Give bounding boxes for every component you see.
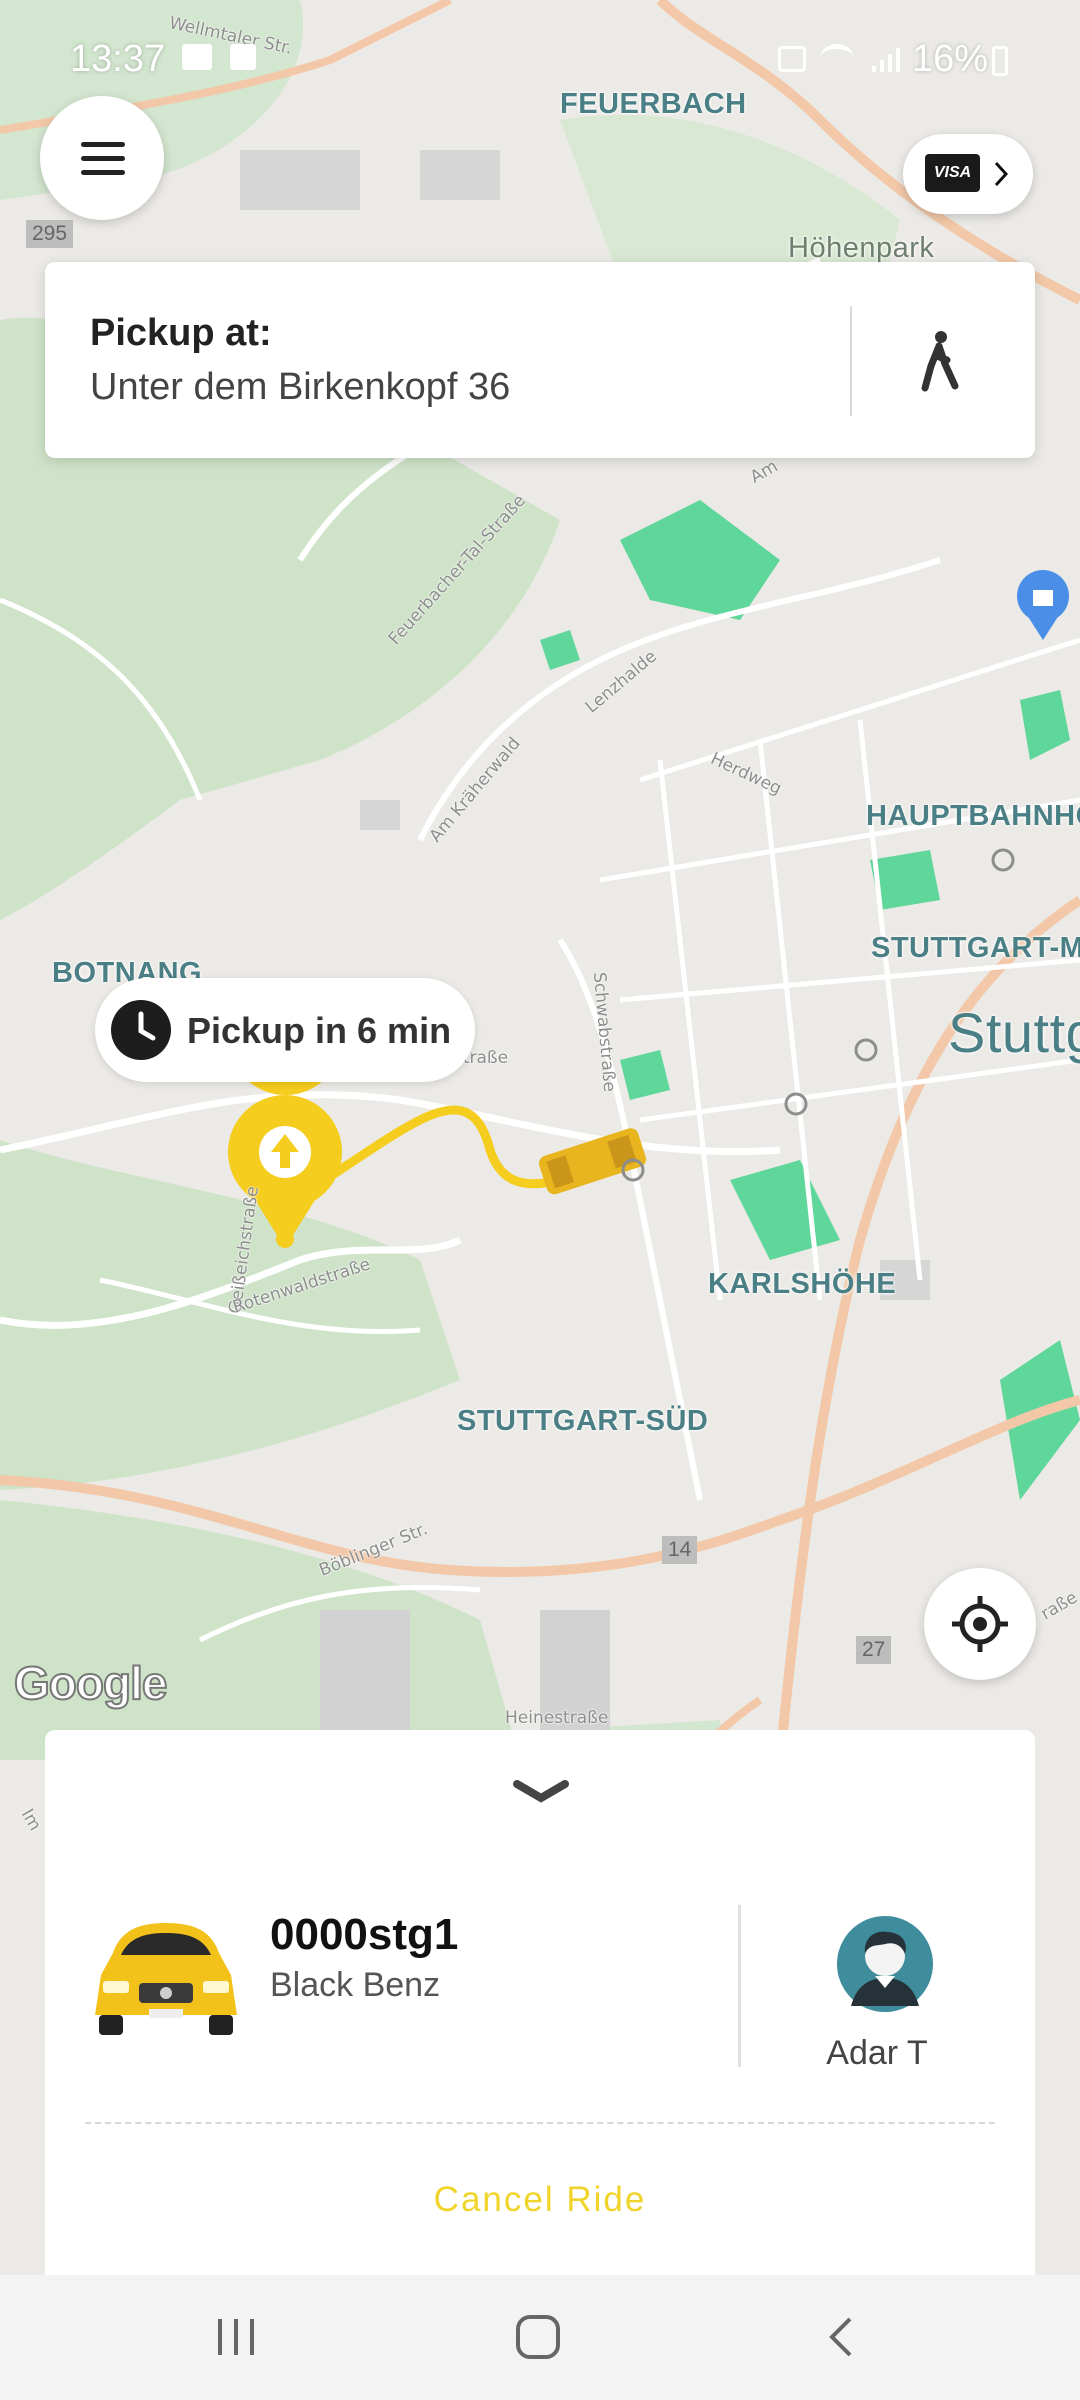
divider xyxy=(738,1905,741,2067)
street-label: Heinestraße xyxy=(505,1708,609,1728)
google-attribution: Google xyxy=(13,1656,168,1710)
back-icon[interactable] xyxy=(822,2315,862,2359)
my-location-button[interactable] xyxy=(924,1568,1036,1680)
pickup-title: Pickup at: xyxy=(90,312,272,354)
status-bar: 13:37 16% xyxy=(0,0,1080,120)
check-icon xyxy=(230,44,256,70)
road-number-badge: 14 xyxy=(662,1536,698,1564)
home-icon[interactable] xyxy=(514,2313,562,2361)
map-label-hohenpark: Höhenpark xyxy=(788,232,935,264)
driver-avatar xyxy=(837,1916,933,2012)
driver-name: Adar T xyxy=(826,2034,928,2072)
hamburger-menu-button[interactable] xyxy=(40,96,164,220)
chevron-right-icon xyxy=(994,161,1009,187)
battery-percentage: 16% xyxy=(912,38,989,80)
pickup-address: Unter dem Birkenkopf 36 xyxy=(90,366,511,408)
pickup-eta-text: Pickup in 6 min xyxy=(187,1010,452,1051)
visa-card-icon: VISA xyxy=(925,154,980,192)
battery-icon xyxy=(992,46,1008,76)
dashed-divider xyxy=(85,2122,995,2124)
road-number-badge: 295 xyxy=(26,220,74,248)
map-label-hauptbahnhof: HAUPTBAHNHO xyxy=(866,800,1080,832)
road-number-badge: 27 xyxy=(856,1636,892,1664)
collapse-chevron-icon[interactable] xyxy=(513,1778,569,1806)
recent-apps-icon[interactable] xyxy=(214,2315,258,2359)
divider xyxy=(850,306,852,416)
map-label-karlshohe: KARLSHÖHE xyxy=(708,1268,897,1300)
vehicle-photo xyxy=(95,1923,237,2035)
payment-method-button[interactable]: VISA xyxy=(903,134,1033,214)
signal-icon xyxy=(870,44,900,74)
walking-person-icon[interactable] xyxy=(917,330,963,392)
ride-details-sheet: 0000stg1 Black Benz Adar T Cancel Ride xyxy=(45,1730,1035,2275)
map-label-stuttgart: Stuttg xyxy=(948,1001,1080,1064)
wifi-icon xyxy=(820,44,854,72)
cancel-ride-button[interactable]: Cancel Ride xyxy=(345,2150,735,2250)
gallery-icon xyxy=(182,44,212,70)
crosshair-icon xyxy=(952,1596,1008,1652)
status-time: 13:37 xyxy=(70,38,166,80)
clock-icon xyxy=(111,1000,171,1060)
vehicle-plate: 0000stg1 xyxy=(270,1910,459,1959)
system-navigation-bar xyxy=(0,2275,1080,2400)
vehicle-model: Black Benz xyxy=(270,1966,441,2004)
pickup-eta-badge: Pickup in 6 min xyxy=(95,978,475,1082)
map-label-stuttgart-mitte: STUTTGART-M xyxy=(871,932,1080,964)
map-label-stuttgart-sud: STUTTGART-SÜD xyxy=(457,1405,709,1437)
mute-icon xyxy=(778,46,806,72)
pickup-location-card[interactable]: Pickup at: Unter dem Birkenkopf 36 xyxy=(45,262,1035,458)
